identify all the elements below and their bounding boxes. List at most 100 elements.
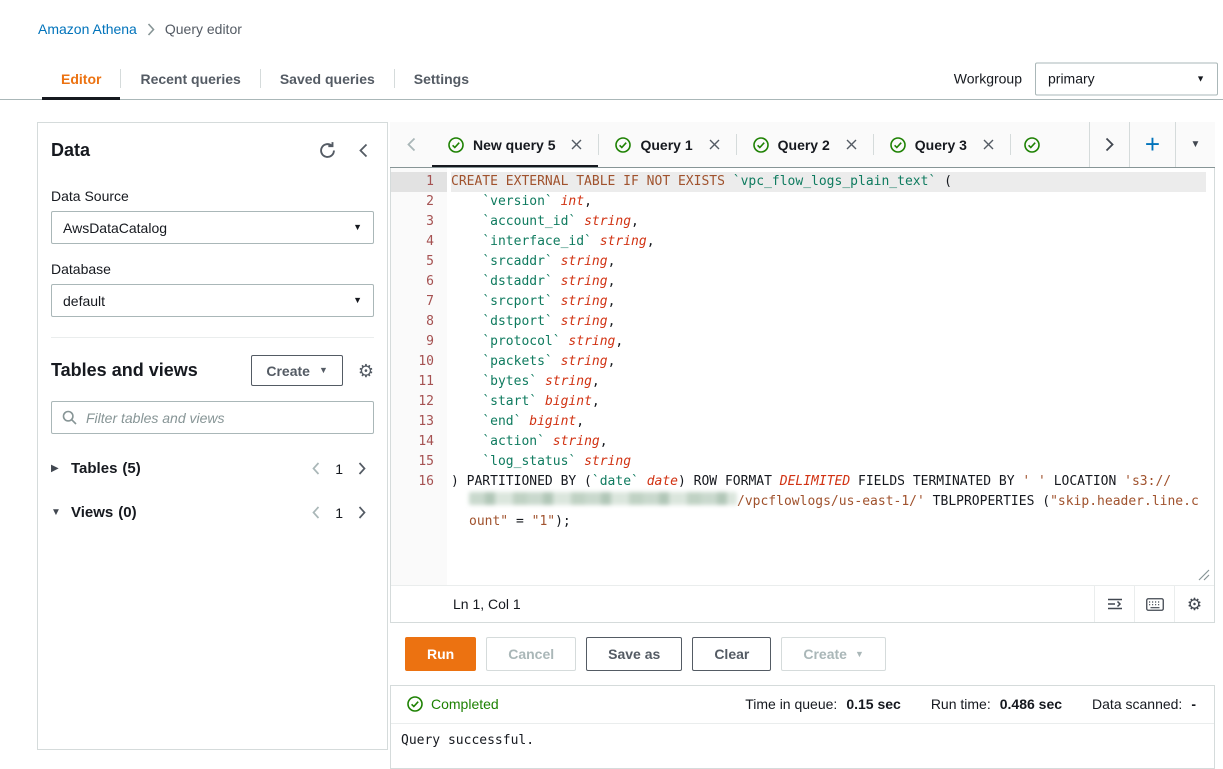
refresh-icon[interactable]: [318, 141, 337, 160]
query-tab-query-3[interactable]: Query 3: [874, 122, 1010, 167]
tab-saved-queries[interactable]: Saved queries: [261, 58, 394, 99]
query-tab-new-query-5[interactable]: New query 5: [432, 122, 599, 167]
workgroup-select[interactable]: primary ▼: [1035, 62, 1218, 95]
workgroup-label: Workgroup: [953, 70, 1022, 87]
caret-down-icon: ▼: [1190, 138, 1201, 150]
close-tab-icon[interactable]: [709, 139, 720, 150]
close-tab-icon[interactable]: [983, 139, 994, 150]
add-query-tab-button[interactable]: +: [1129, 122, 1175, 167]
format-query-icon[interactable]: [1094, 586, 1134, 622]
status-text: Completed: [431, 696, 499, 712]
tab-recent-queries[interactable]: Recent queries: [121, 58, 259, 99]
action-buttons: Run Cancel Save as Clear Create ▼: [390, 623, 1215, 671]
success-check-icon: [1024, 136, 1040, 153]
code-line: `start` bigint,: [482, 394, 600, 409]
code-line: `dstaddr` string,: [482, 274, 616, 289]
tables-page-number: 1: [335, 460, 343, 477]
tables-section-row[interactable]: ▶ Tables (5) 1: [51, 460, 374, 477]
create-button[interactable]: Create ▼: [251, 355, 343, 386]
status-badge-completed: Completed: [407, 696, 499, 712]
keyboard-shortcuts-icon[interactable]: [1134, 586, 1174, 622]
tables-label: Tables: [71, 460, 118, 477]
caret-down-icon: ▼: [1196, 73, 1205, 83]
tab-editor[interactable]: Editor: [42, 58, 121, 100]
query-tab-query-2[interactable]: Query 2: [737, 122, 873, 167]
collapse-panel-chevron-icon[interactable]: [359, 143, 368, 158]
code-line: `version` int,: [482, 194, 592, 209]
data-panel: Data Data Source AwsDataCatalog ▼ Databa…: [37, 122, 388, 750]
save-as-button[interactable]: Save as: [586, 637, 683, 671]
breadcrumb-current: Query editor: [164, 21, 242, 37]
gear-icon: ⚙: [1186, 594, 1203, 614]
editor-status-bar: Ln 1, Col 1 ⚙: [391, 585, 1214, 622]
views-label: Views: [71, 504, 114, 521]
success-check-icon: [448, 136, 464, 153]
cancel-button: Cancel: [486, 637, 577, 671]
query-metrics: Time in queue: 0.15 sec Run time: 0.486 …: [745, 696, 1198, 712]
code-line: `account_id` string,: [482, 214, 639, 229]
success-check-icon: [752, 136, 769, 153]
query-tab-label: Query 1: [640, 136, 693, 153]
data-panel-title: Data: [51, 140, 91, 160]
query-tab-partial[interactable]: [1011, 122, 1043, 167]
tab-list-dropdown-icon[interactable]: ▼: [1175, 122, 1215, 167]
tab-settings-label: Settings: [413, 70, 469, 87]
metric-time-in-queue: Time in queue: 0.15 sec: [745, 696, 901, 712]
code-line: `interface_id` string,: [482, 234, 655, 249]
caret-down-icon: ▼: [353, 222, 362, 232]
data-source-label: Data Source: [51, 188, 129, 204]
sql-editor[interactable]: 1 2 3 4 5 6 7 8 9 10 11 12 13 14 15 16 CREATE EXTERNAL …: [391, 168, 1214, 585]
page-next-icon[interactable]: [358, 506, 366, 519]
views-pagination: 1: [312, 505, 374, 521]
code-line: `packets` string,: [482, 354, 616, 369]
metric-data-scanned: Data scanned: -: [1092, 696, 1196, 712]
page-prev-icon[interactable]: [312, 506, 320, 519]
editor-code[interactable]: CREATE EXTERNAL TABLE IF NOT EXISTS `vpc…: [447, 168, 1214, 585]
create-dropdown-button: Create ▼: [781, 637, 886, 671]
create-button-label: Create: [266, 362, 310, 379]
completed-check-icon: [407, 696, 423, 712]
tables-pagination: 1: [312, 461, 374, 477]
redacted-s3-bucket: [469, 492, 737, 505]
query-output-message: Query successful.: [391, 723, 1214, 757]
editor-gutter: 1 2 3 4 5 6 7 8 9 10 11 12 13 14 15 16: [391, 168, 447, 585]
query-editor-area: New query 5 Query 1 Query 2 Query 3 + ▼ …: [390, 122, 1215, 769]
database-label: Database: [51, 261, 111, 277]
code-line: `log_status` string: [482, 454, 632, 469]
breadcrumb-athena-link[interactable]: Amazon Athena: [38, 21, 137, 37]
views-section-row[interactable]: ▼ Views (0) 1: [51, 504, 374, 521]
run-button[interactable]: Run: [405, 637, 477, 671]
scroll-tabs-left-icon[interactable]: [390, 122, 432, 167]
page-next-icon[interactable]: [358, 462, 366, 475]
code-line: `srcaddr` string,: [482, 254, 616, 269]
page-prev-icon[interactable]: [312, 462, 320, 475]
tab-editor-label: Editor: [61, 70, 102, 87]
top-nav: Editor Recent queries Saved queries Sett…: [0, 58, 1223, 100]
caret-down-icon: ▼: [353, 295, 362, 305]
editor-resize-handle[interactable]: [1198, 569, 1210, 581]
gear-icon[interactable]: ⚙: [358, 362, 374, 380]
filter-tables-input[interactable]: [86, 409, 363, 426]
clear-button[interactable]: Clear: [692, 637, 772, 671]
tables-views-title: Tables and views: [51, 360, 198, 380]
data-source-select[interactable]: AwsDataCatalog ▼: [51, 211, 374, 244]
success-check-icon: [889, 136, 906, 153]
workgroup-value: primary: [1048, 70, 1095, 87]
search-icon: [62, 410, 77, 425]
close-tab-icon[interactable]: [846, 139, 857, 150]
views-page-number: 1: [335, 504, 343, 521]
triangle-right-icon: ▶: [51, 463, 59, 474]
scroll-tabs-right-icon[interactable]: [1089, 122, 1129, 167]
breadcrumb-chevron-icon: [147, 22, 155, 36]
database-select[interactable]: default ▼: [51, 284, 374, 317]
query-tab-query-1[interactable]: Query 1: [599, 122, 735, 167]
filter-search: [51, 401, 374, 434]
results-panel: Completed Time in queue: 0.15 sec Run ti…: [390, 685, 1215, 769]
tab-settings[interactable]: Settings: [395, 58, 488, 99]
editor-settings-gear-icon[interactable]: ⚙: [1174, 586, 1214, 622]
code-line: `end` bigint,: [482, 414, 585, 429]
views-count: (0): [118, 504, 137, 521]
divider: [51, 337, 374, 338]
cursor-position: Ln 1, Col 1: [453, 596, 521, 612]
close-tab-icon[interactable]: [571, 139, 582, 150]
